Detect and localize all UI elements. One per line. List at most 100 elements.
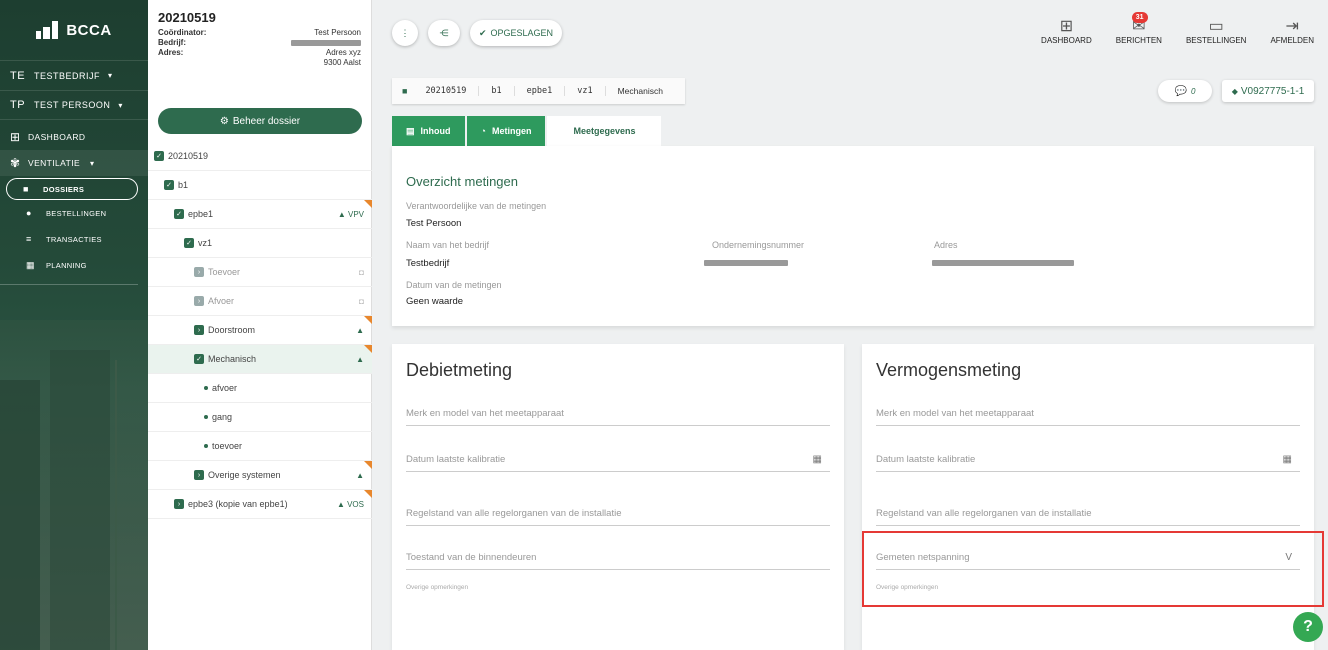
status-flag (364, 490, 372, 498)
tree-node-epbe3[interactable]: › epbe3 (kopie van epbe1) ▲ VOS (148, 490, 372, 519)
arrow-right-icon: › (194, 267, 204, 277)
more-menu-button[interactable]: ⋮ (392, 20, 418, 46)
afmelden-link[interactable]: ⇥ AFMELDEN (1270, 18, 1314, 45)
nav-planning-label: PLANNING (46, 260, 87, 270)
tree-node-label: vz1 (198, 238, 213, 248)
breadcrumb-item[interactable]: vz1 (564, 86, 604, 96)
comment-count: 0 (1191, 86, 1196, 96)
nav-dashboard-label: DASHBOARD (28, 132, 86, 142)
redacted-bar (291, 40, 361, 46)
breadcrumb-item[interactable]: b1 (478, 86, 513, 96)
checkbox-icon: ✓ (164, 180, 174, 190)
company-selector[interactable]: TE TESTBEDRIJF ▾ (0, 60, 148, 90)
tree-node-vz1[interactable]: ✓ vz1 (148, 229, 372, 258)
vermogen-regelstand-field[interactable]: Regelstand van alle regelorganen van de … (876, 502, 1300, 526)
tab-meetgegevens[interactable]: Meetgegevens (547, 116, 662, 146)
folder-icon[interactable]: ■ (402, 86, 407, 96)
bullet-icon (204, 444, 208, 448)
debiet-regelstand-field[interactable]: Regelstand van alle regelorganen van de … (406, 502, 830, 526)
tab-metingen[interactable]: ◔ Metingen (466, 116, 546, 146)
tree-node-gang[interactable]: gang (148, 403, 372, 432)
resp-label: Verantwoordelijke van de metingen (406, 201, 547, 211)
person-selector[interactable]: TP TEST PERSOON ▾ (0, 90, 148, 120)
version-tag-button[interactable]: ◆ V0927775-1-1 (1222, 80, 1314, 102)
tree-node-label: Toevoer (208, 267, 241, 277)
berichten-link[interactable]: ✉ 31 BERICHTEN (1115, 12, 1162, 45)
dossier-tree-panel: 20210519 Coördinator: Test Persoon Bedrij… (148, 0, 415, 650)
debiet-meetapparaat-field[interactable]: Merk en model van het meetapparaat (406, 402, 830, 426)
dashboard-label: DASHBOARD (1041, 36, 1092, 45)
debiet-kalibratie-field[interactable]: Datum laatste kalibratie ▦ (406, 448, 830, 472)
bestellingen-label: BESTELLINGEN (1185, 36, 1247, 45)
tree-node-afvoer[interactable]: › Afvoer ◘ (148, 287, 372, 316)
comments-button[interactable]: 💬 0 (1158, 80, 1212, 102)
datum-label: Datum van de metingen (406, 280, 502, 290)
company-label: TESTBEDRIJF (34, 70, 101, 81)
nav-ventilatie[interactable]: ✾ VENTILATIE ▾ (0, 150, 148, 176)
version-label: V0927775-1-1 (1240, 85, 1305, 97)
tree-node-mechanisch[interactable]: ✓ Mechanisch ▲ (148, 345, 372, 374)
checkbox-icon: ✓ (194, 354, 204, 364)
help-button[interactable]: ? (1293, 612, 1323, 642)
tree-node-dossier[interactable]: ✓ 20210519 (148, 142, 372, 171)
breadcrumb: ■ 20210519 b1 epbe1 vz1 Mechanisch (392, 78, 685, 104)
bedrijf-label: Bedrijf: (158, 38, 186, 47)
saved-label: OPGESLAGEN (490, 28, 554, 38)
breadcrumb-item[interactable]: epbe1 (513, 86, 565, 96)
nav-dashboard[interactable]: ⊞ DASHBOARD (0, 124, 148, 150)
person-initials: TP (10, 99, 26, 111)
tab-inhoud-label: Inhoud (420, 126, 451, 136)
tree-node-afvoer-sub[interactable]: afvoer (148, 374, 372, 403)
overview-card: Overzicht metingen Verantwoordelijke van… (392, 146, 1314, 326)
nav-bestellingen[interactable]: ● BESTELLINGEN (0, 200, 148, 226)
tree-node-label: Doorstroom (208, 325, 256, 335)
nav-planning[interactable]: ▦ PLANNING (0, 252, 148, 278)
logo[interactable]: BCCA (0, 0, 148, 60)
saved-status-button[interactable]: ✔ OPGESLAGEN (470, 20, 562, 46)
dashboard-link[interactable]: ⊞ DASHBOARD (1041, 18, 1092, 45)
list-icon: ≡ (26, 234, 32, 244)
tree-node-overige-systemen[interactable]: › Overige systemen ▲ (148, 461, 372, 490)
tree-node-toevoer[interactable]: › Toevoer ◘ (148, 258, 372, 287)
tree-node-label: gang (212, 412, 233, 422)
vermogen-kalibratie-field[interactable]: Datum laatste kalibratie ▦ (876, 448, 1300, 472)
redacted-bar (932, 260, 1074, 266)
adres-label: Adres (934, 240, 958, 250)
breadcrumb-item[interactable]: Mechanisch (604, 86, 675, 96)
document-icon: ▤ (406, 125, 415, 136)
tree-node-label: Afvoer (208, 296, 235, 306)
vermogen-meetapparaat-field[interactable]: Merk en model van het meetapparaat (876, 402, 1300, 426)
comment-icon: 💬 (1174, 85, 1187, 97)
debiet-binnendeuren-field[interactable]: Toestand van de binnendeuren (406, 546, 830, 570)
berichten-label: BERICHTEN (1115, 36, 1162, 45)
calendar-icon[interactable]: ▦ (1283, 454, 1292, 465)
nav-dossiers[interactable]: ■ DOSSIERS (6, 178, 138, 200)
tree-node-epbe1[interactable]: ✓ epbe1 ▲ VPV (148, 200, 372, 229)
calendar-icon[interactable]: ▦ (813, 454, 822, 465)
top-icons: ⊞ DASHBOARD ✉ 31 BERICHTEN ▭ BESTELLINGE… (1041, 12, 1314, 45)
nav-transacties[interactable]: ≡ TRANSACTIES (0, 226, 148, 252)
resp-value: Test Persoon (406, 218, 462, 229)
debietmeting-card: Debietmeting Merk en model van het meeta… (392, 344, 844, 650)
structure-button[interactable]: ⋲ (428, 20, 460, 46)
beheer-dossier-button[interactable]: ⚙ Beheer dossier (158, 108, 362, 134)
coordinator-value: Test Persoon (314, 28, 361, 37)
user-icon: ▲ (356, 325, 364, 335)
tab-inhoud[interactable]: ▤ Inhoud (392, 116, 465, 146)
tree-node-b1[interactable]: ✓ b1 (148, 171, 372, 200)
breadcrumb-item[interactable]: 20210519 (413, 86, 478, 96)
tree-node-toevoer-sub[interactable]: toevoer (148, 432, 372, 461)
company-initials: TE (10, 69, 26, 82)
bedrijf-value: Testbedrijf (406, 258, 450, 269)
wallet-icon: ▭ (1208, 18, 1224, 35)
dossier-title: 20210519 (158, 10, 216, 25)
tag-icon: ◆ (1231, 86, 1238, 96)
bestellingen-link[interactable]: ▭ BESTELLINGEN (1186, 18, 1246, 45)
kebab-icon: ⋮ (400, 27, 410, 38)
user-icon: ▲ (356, 470, 364, 480)
status-flag (364, 200, 372, 208)
checkbox-icon: ✓ (184, 238, 194, 248)
tree-node-label: toevoer (212, 441, 243, 451)
debiet-opmerkingen-label[interactable]: Overige opmerkingen (406, 584, 468, 591)
tree-node-doorstroom[interactable]: › Doorstroom ▲ (148, 316, 372, 345)
